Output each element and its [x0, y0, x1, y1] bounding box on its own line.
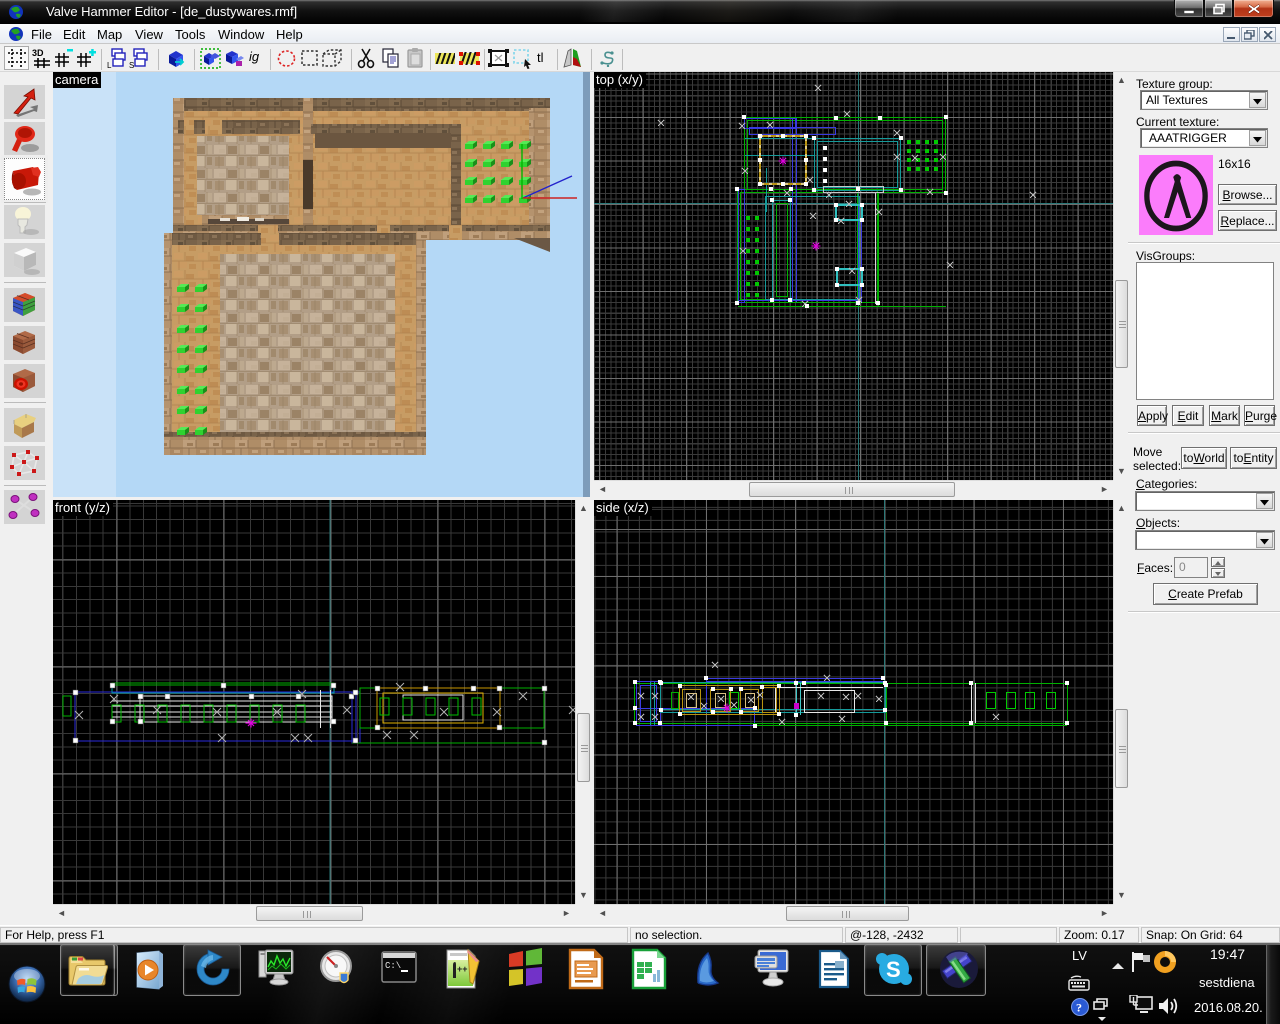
- svg-text:S: S: [129, 61, 134, 69]
- svg-text:3D: 3D: [32, 48, 44, 58]
- svg-text:?: ?: [1076, 1001, 1082, 1015]
- svg-text:++: ++: [457, 964, 468, 974]
- svg-text:L: L: [107, 61, 112, 69]
- svg-text:C:\: C:\: [385, 961, 401, 971]
- svg-text:S: S: [886, 957, 901, 982]
